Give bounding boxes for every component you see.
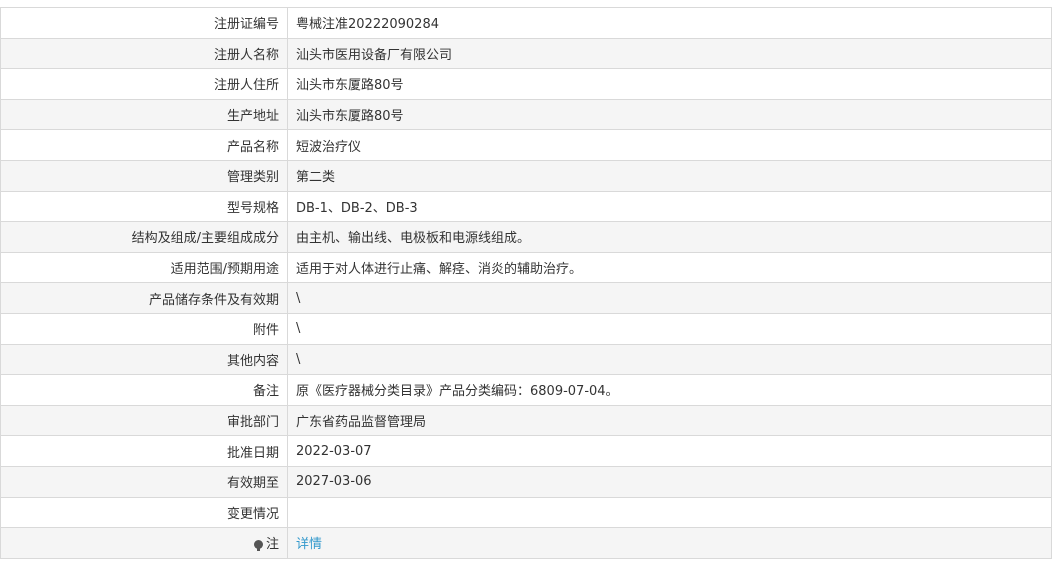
- row-label: 适用范围/预期用途: [0, 251, 288, 284]
- row-value: \: [287, 343, 1052, 376]
- row-label: 生产地址: [0, 98, 288, 131]
- lightbulb-icon: [253, 540, 263, 552]
- row-label: 附件: [0, 312, 288, 345]
- row-value: 汕头市医用设备厂有限公司: [287, 37, 1052, 70]
- row-value: 适用于对人体进行止痛、解痉、消炎的辅助治疗。: [287, 251, 1052, 284]
- table-row: 注册证编号 粤械注准20222090284: [0, 7, 1052, 39]
- row-value: 第二类: [287, 159, 1052, 192]
- table-row: 管理类别 第二类: [0, 159, 1052, 192]
- row-value: 由主机、输出线、电极板和电源线组成。: [287, 221, 1052, 253]
- row-value: 粤械注准20222090284: [287, 7, 1052, 39]
- row-label: 产品储存条件及有效期: [0, 282, 288, 314]
- row-label: 变更情况: [0, 496, 288, 529]
- note-value-cell: 详情: [287, 527, 1052, 559]
- row-label: 其他内容: [0, 343, 288, 376]
- table-row: 型号规格 DB-1、DB-2、DB-3: [0, 190, 1052, 223]
- note-row: 注 详情: [0, 527, 1052, 559]
- table-row: 适用范围/预期用途 适用于对人体进行止痛、解痉、消炎的辅助治疗。: [0, 251, 1052, 284]
- table-row: 注册人名称 汕头市医用设备厂有限公司: [0, 37, 1052, 70]
- row-label: 审批部门: [0, 404, 288, 437]
- row-label: 注册人名称: [0, 37, 288, 70]
- row-value: [287, 496, 1052, 529]
- row-value: 汕头市东厦路80号: [287, 68, 1052, 100]
- row-label: 产品名称: [0, 129, 288, 161]
- registration-table: 注册证编号 粤械注准20222090284 注册人名称 汕头市医用设备厂有限公司…: [0, 7, 1052, 559]
- table-row: 备注 原《医疗器械分类目录》产品分类编码：6809-07-04。: [0, 374, 1052, 406]
- row-value: 2027-03-06: [287, 465, 1052, 498]
- row-value: 汕头市东厦路80号: [287, 98, 1052, 131]
- table-row: 其他内容 \: [0, 343, 1052, 376]
- note-label-cell: 注: [0, 527, 288, 559]
- table-row: 附件 \: [0, 312, 1052, 345]
- table-row: 产品名称 短波治疗仪: [0, 129, 1052, 161]
- row-value: 广东省药品监督管理局: [287, 404, 1052, 437]
- row-label: 管理类别: [0, 159, 288, 192]
- registration-detail-panel: 注册证编号 粤械注准20222090284 注册人名称 汕头市医用设备厂有限公司…: [0, 7, 1052, 559]
- row-label: 有效期至: [0, 465, 288, 498]
- row-label: 型号规格: [0, 190, 288, 223]
- row-label: 批准日期: [0, 435, 288, 467]
- row-value: 短波治疗仪: [287, 129, 1052, 161]
- row-label: 备注: [0, 374, 288, 406]
- table-row: 生产地址 汕头市东厦路80号: [0, 98, 1052, 131]
- table-row: 结构及组成/主要组成成分 由主机、输出线、电极板和电源线组成。: [0, 221, 1052, 253]
- row-label: 结构及组成/主要组成成分: [0, 221, 288, 253]
- details-link[interactable]: 详情: [296, 537, 322, 552]
- row-value: 2022-03-07: [287, 435, 1052, 467]
- row-value: DB-1、DB-2、DB-3: [287, 190, 1052, 223]
- row-label: 注册人住所: [0, 68, 288, 100]
- row-value: \: [287, 312, 1052, 345]
- table-row: 批准日期 2022-03-07: [0, 435, 1052, 467]
- table-row: 有效期至 2027-03-06: [0, 465, 1052, 498]
- table-row: 注册人住所 汕头市东厦路80号: [0, 68, 1052, 100]
- row-value: 原《医疗器械分类目录》产品分类编码：6809-07-04。: [287, 374, 1052, 406]
- table-row: 变更情况: [0, 496, 1052, 529]
- row-label: 注册证编号: [0, 7, 288, 39]
- row-value: \: [287, 282, 1052, 314]
- table-row: 产品储存条件及有效期 \: [0, 282, 1052, 314]
- table-row: 审批部门 广东省药品监督管理局: [0, 404, 1052, 437]
- note-label: 注: [265, 537, 279, 553]
